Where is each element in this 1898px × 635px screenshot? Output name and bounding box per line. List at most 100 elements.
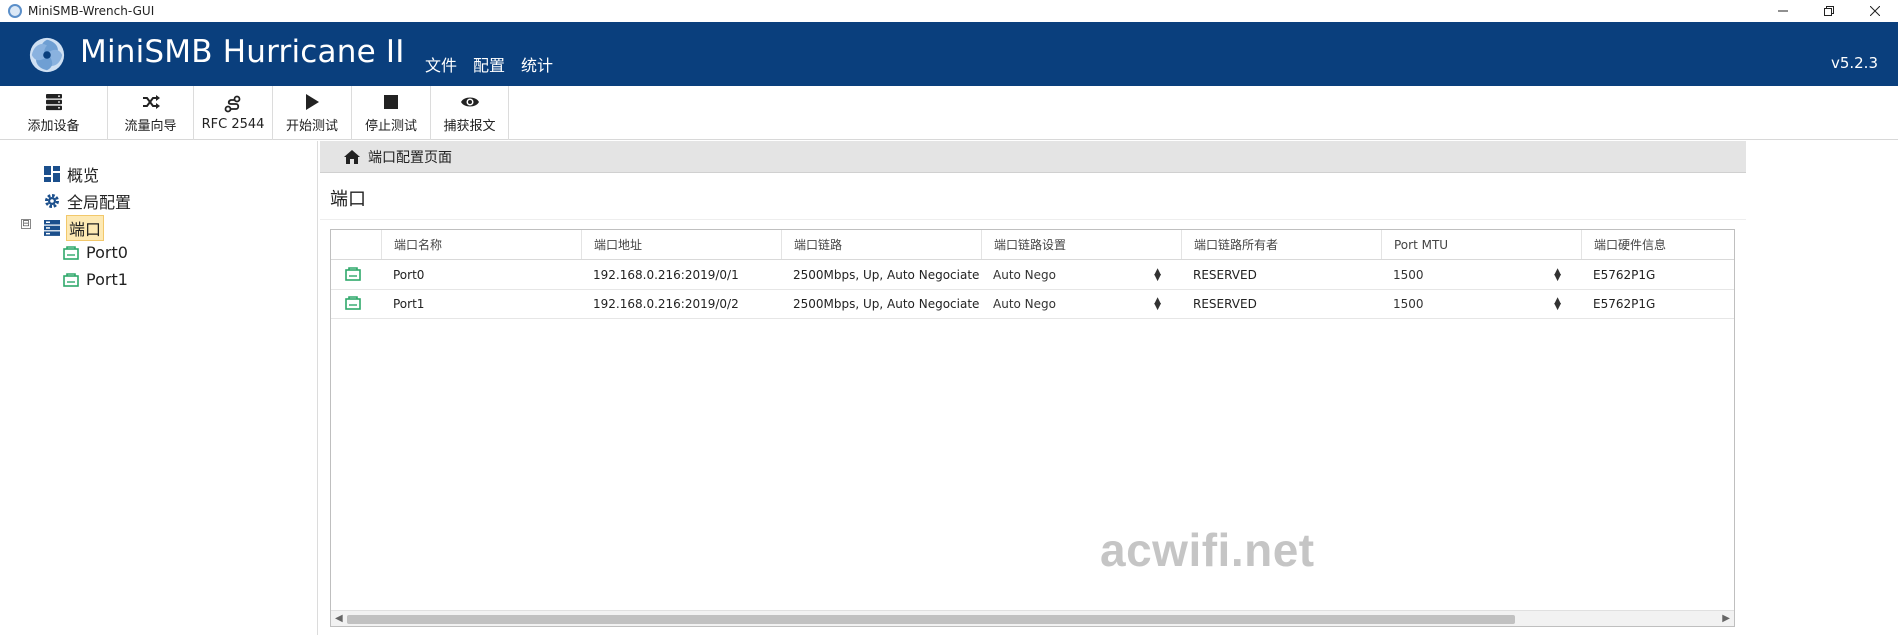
toolbar: 添加设备 流量向导 RFC 2544 开始测试 停止测试 捕获报文 — [0, 86, 1898, 140]
menu-bar: 文件 配置 统计 — [425, 52, 553, 76]
cell-link: 2500Mbps, Up, Auto Negociate — [793, 268, 980, 282]
breadcrumb-label: 端口配置页面 — [368, 149, 452, 166]
cell-name: Port0 — [393, 268, 425, 282]
mtu-value: 1500 — [1393, 268, 1424, 282]
link-setting-value: Auto Nego — [993, 268, 1056, 282]
page-title: 端口 — [330, 189, 366, 210]
column-header-icon — [331, 230, 381, 259]
add-device-button[interactable]: 添加设备 — [0, 86, 108, 140]
minimize-icon — [1778, 10, 1788, 12]
sidebar-item-ports[interactable]: 端口 — [44, 215, 105, 241]
server-icon — [44, 220, 60, 236]
link-setting-value: Auto Nego — [993, 297, 1056, 311]
shuffle-icon — [140, 92, 162, 112]
home-icon[interactable] — [344, 149, 360, 164]
sidebar-item-port0[interactable]: Port0 — [63, 243, 128, 262]
column-header-address[interactable]: 端口地址 — [581, 230, 781, 259]
hurricane-logo-icon — [29, 37, 65, 73]
main-content: 端口配置页面 端口 端口名称 端口地址 端口链路 端口链路设置 端口链路所有者 … — [320, 141, 1746, 635]
app-icon — [8, 4, 22, 18]
collapse-toggle[interactable]: ⊟ — [21, 219, 31, 229]
updown-arrows-icon: ▲ ▼ — [1154, 267, 1161, 283]
close-icon — [1870, 6, 1880, 16]
breadcrumb: 端口配置页面 — [320, 141, 1746, 173]
scroll-right-icon[interactable]: ▶ — [1722, 613, 1730, 624]
mtu-select[interactable]: 1500 ▲ ▼ — [1393, 267, 1561, 283]
add-device-label: 添加设备 — [27, 119, 80, 134]
minimize-button[interactable] — [1760, 0, 1806, 22]
rfc2544-label: RFC 2544 — [201, 117, 265, 132]
updown-arrows-icon: ▲ ▼ — [1554, 267, 1561, 283]
cell-name: Port1 — [393, 297, 425, 311]
restore-icon — [1824, 6, 1834, 16]
horizontal-scrollbar[interactable]: ◀ ▶ — [331, 610, 1734, 626]
restore-button[interactable] — [1806, 0, 1852, 22]
menu-config[interactable]: 配置 — [473, 52, 505, 76]
cell-address: 192.168.0.216:2019/0/2 — [593, 297, 739, 311]
rfc2544-button[interactable]: RFC 2544 — [194, 86, 273, 140]
stop-test-label: 停止测试 — [364, 119, 417, 134]
window-title: MiniSMB-Wrench-GUI — [28, 4, 155, 18]
ports-table: 端口名称 端口地址 端口链路 端口链路设置 端口链路所有者 Port MTU 端… — [330, 229, 1735, 627]
watermark: acwifi.net — [1100, 524, 1315, 576]
menu-stats[interactable]: 统计 — [521, 52, 553, 76]
cell-owner: RESERVED — [1193, 268, 1257, 282]
window-controls — [1760, 0, 1898, 22]
dashboard-icon — [44, 166, 60, 182]
capture-packets-label: 捕获报文 — [443, 119, 496, 134]
column-header-link[interactable]: 端口链路 — [781, 230, 981, 259]
route-icon — [222, 94, 244, 114]
column-header-mtu[interactable]: Port MTU — [1381, 230, 1581, 259]
start-test-button[interactable]: 开始测试 — [273, 86, 352, 140]
ethernet-port-icon — [345, 266, 361, 284]
cell-owner: RESERVED — [1193, 297, 1257, 311]
ethernet-port-icon — [63, 245, 79, 261]
cell-link: 2500Mbps, Up, Auto Negociate — [793, 297, 980, 311]
title-divider — [320, 219, 1746, 220]
sidebar-item-global-config[interactable]: 全局配置 — [44, 189, 131, 213]
column-header-link-setting[interactable]: 端口链路设置 — [981, 230, 1181, 259]
cell-address: 192.168.0.216:2019/0/1 — [593, 268, 739, 282]
sidebar-tree: 概览 全局配置 ⊟ 端口 Port0 Port1 — [0, 141, 318, 635]
sidebar-item-label: 端口 — [65, 215, 105, 241]
app-header: MiniSMB Hurricane II 文件 配置 统计 v5.2.3 — [0, 22, 1898, 86]
column-header-hardware[interactable]: 端口硬件信息 — [1581, 230, 1734, 259]
menu-file[interactable]: 文件 — [425, 52, 457, 76]
capture-packets-button[interactable]: 捕获报文 — [431, 86, 509, 140]
sidebar-item-label: 全局配置 — [67, 193, 132, 212]
traffic-wizard-label: 流量向导 — [124, 119, 177, 134]
start-test-label: 开始测试 — [285, 119, 338, 134]
gear-icon — [44, 193, 60, 209]
column-header-owner[interactable]: 端口链路所有者 — [1181, 230, 1381, 259]
eye-icon — [459, 92, 481, 112]
sidebar-item-label: Port0 — [86, 243, 128, 262]
table-row[interactable]: Port1 192.168.0.216:2019/0/2 2500Mbps, U… — [331, 290, 1734, 319]
sidebar-item-label: 概览 — [67, 166, 100, 185]
column-header-name[interactable]: 端口名称 — [381, 230, 581, 259]
sidebar-item-port1[interactable]: Port1 — [63, 270, 128, 289]
stop-icon — [380, 92, 402, 112]
cell-hardware: E5762P1G — [1593, 297, 1656, 311]
play-icon — [301, 92, 323, 112]
link-setting-select[interactable]: Auto Nego ▲ ▼ — [993, 296, 1161, 312]
updown-arrows-icon: ▲ ▼ — [1154, 296, 1161, 312]
mtu-select[interactable]: 1500 ▲ ▼ — [1393, 296, 1561, 312]
scroll-left-icon[interactable]: ◀ — [335, 613, 343, 624]
table-header: 端口名称 端口地址 端口链路 端口链路设置 端口链路所有者 Port MTU 端… — [331, 230, 1734, 260]
cell-hardware: E5762P1G — [1593, 268, 1656, 282]
version-label: v5.2.3 — [1830, 54, 1878, 72]
close-button[interactable] — [1852, 0, 1898, 22]
stop-test-button[interactable]: 停止测试 — [352, 86, 431, 140]
table-row[interactable]: Port0 192.168.0.216:2019/0/1 2500Mbps, U… — [331, 261, 1734, 290]
mtu-value: 1500 — [1393, 297, 1424, 311]
scrollbar-thumb[interactable] — [347, 615, 1515, 624]
sidebar-item-label: Port1 — [86, 270, 128, 289]
updown-arrows-icon: ▲ ▼ — [1554, 296, 1561, 312]
window-titlebar: MiniSMB-Wrench-GUI — [0, 0, 1898, 22]
server-add-icon — [43, 92, 65, 112]
sidebar-item-overview[interactable]: 概览 — [44, 162, 99, 186]
ethernet-port-icon — [63, 272, 79, 288]
app-title: MiniSMB Hurricane II — [80, 34, 405, 70]
traffic-wizard-button[interactable]: 流量向导 — [108, 86, 194, 140]
link-setting-select[interactable]: Auto Nego ▲ ▼ — [993, 267, 1161, 283]
